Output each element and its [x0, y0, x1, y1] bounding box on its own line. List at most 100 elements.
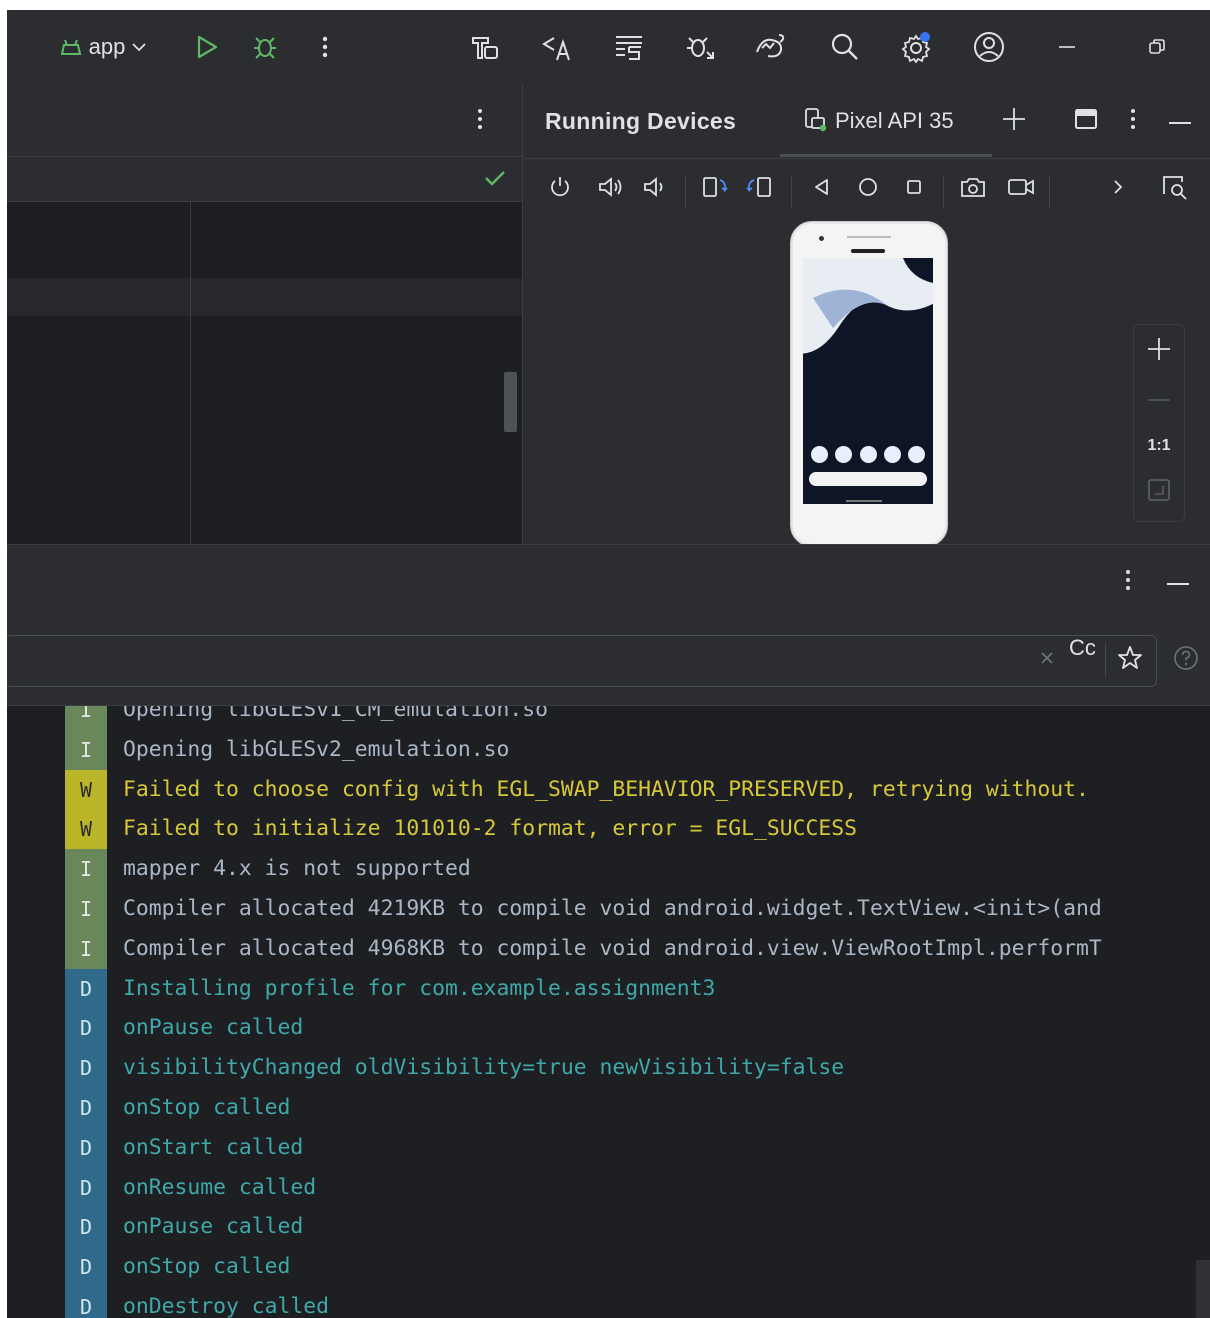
- inspection-ok-indicator[interactable]: [483, 168, 507, 193]
- log-row[interactable]: DonStop called: [7, 1088, 1210, 1128]
- chrome-app-icon[interactable]: [883, 446, 901, 463]
- messages-app-icon[interactable]: [835, 446, 853, 463]
- log-row[interactable]: DonStop called: [7, 1247, 1210, 1288]
- play-store-app-icon[interactable]: [859, 446, 877, 463]
- hide-panel-button[interactable]: [1163, 104, 1197, 138]
- log-row[interactable]: DonResume called: [7, 1167, 1210, 1208]
- log-row[interactable]: I Opening libGLESv2_emulation.so: [7, 729, 1210, 770]
- log-level-badge: W: [65, 809, 107, 850]
- filter-help-button[interactable]: [1171, 645, 1201, 675]
- volume-up-button[interactable]: [595, 172, 627, 206]
- camera-app-icon[interactable]: [908, 446, 925, 463]
- volume-down-button[interactable]: [639, 172, 669, 206]
- app-dock: [811, 446, 925, 466]
- tab-pixel-api-35[interactable]: Pixel API 35: [803, 84, 993, 158]
- match-case-toggle[interactable]: Cc: [1069, 635, 1096, 661]
- rotate-left-button[interactable]: [699, 172, 731, 206]
- zoom-fit-button[interactable]: [1144, 477, 1174, 507]
- log-row[interactable]: I Opening libGLESv1_CM_emulation.so: [7, 706, 1210, 730]
- log-row[interactable]: DonPause called: [7, 1008, 1210, 1049]
- log-level-badge: D: [65, 1048, 107, 1089]
- log-message: onPause called: [123, 1214, 304, 1240]
- editor-options-button[interactable]: [477, 106, 483, 137]
- log-level-badge: I: [65, 928, 107, 969]
- emulator-device-frame[interactable]: [790, 221, 948, 547]
- search-button[interactable]: [823, 27, 867, 67]
- minimize-icon: [1058, 45, 1076, 49]
- editor-divider: [190, 202, 191, 544]
- editor-scrollbar-thumb[interactable]: [504, 372, 517, 432]
- volume-down-icon: [642, 175, 666, 204]
- hide-logcat-button[interactable]: [1161, 565, 1195, 599]
- phone-app-icon[interactable]: [811, 446, 828, 463]
- device-explorer-button[interactable]: [1157, 172, 1191, 206]
- google-search-bar[interactable]: [809, 472, 927, 486]
- favorite-filter-button[interactable]: [1115, 643, 1145, 677]
- log-message: Installing profile for com.example.assig…: [123, 975, 716, 1001]
- log-row[interactable]: I Compiler allocated 4219KB to compile vo…: [7, 889, 1210, 929]
- log-level-badge: W: [65, 769, 107, 810]
- star-icon: [1117, 645, 1143, 676]
- volume-up-icon: [597, 175, 625, 204]
- run-button[interactable]: [187, 27, 227, 67]
- log-row[interactable]: W Failed to choose config with EGL_SWAP_B…: [7, 769, 1210, 810]
- log-message: Opening libGLESv2_emulation.so: [123, 736, 510, 762]
- more-actions-button[interactable]: [309, 27, 341, 67]
- minimize-window-button[interactable]: [1047, 27, 1087, 67]
- rotate-left-icon: [701, 174, 729, 205]
- logcat-options-button[interactable]: [1117, 565, 1139, 599]
- apply-changes-button[interactable]: [535, 27, 579, 67]
- build-project-button[interactable]: [465, 27, 505, 67]
- logcat-output[interactable]: I Opening libGLESv1_CM_emulation.so I Openi…: [7, 706, 1210, 1318]
- more-toolbar-button[interactable]: [1103, 172, 1133, 206]
- log-row[interactable]: DonDestroy called: [7, 1287, 1210, 1318]
- account-button[interactable]: [967, 27, 1011, 67]
- log-row[interactable]: W Failed to initialize 101010-2 format, e…: [7, 809, 1210, 850]
- rotate-right-button[interactable]: [743, 172, 775, 206]
- log-level-badge: D: [65, 1247, 107, 1288]
- power-button[interactable]: [545, 172, 575, 206]
- log-level-badge: D: [65, 1008, 107, 1049]
- attach-debugger-button[interactable]: [679, 27, 723, 67]
- settings-button[interactable]: [895, 27, 939, 67]
- log-row[interactable]: I Compiler allocated 4968KB to compile vo…: [7, 928, 1210, 969]
- overview-button[interactable]: [899, 172, 929, 206]
- log-row[interactable]: DonStart called: [7, 1127, 1210, 1168]
- screenshot-button[interactable]: [957, 172, 989, 206]
- log-row[interactable]: DonPause called: [7, 1207, 1210, 1248]
- chevron-right-icon: [1111, 177, 1125, 202]
- add-device-button[interactable]: [997, 104, 1031, 138]
- logcat-filter-input[interactable]: [7, 635, 1157, 687]
- log-level-badge: D: [65, 1287, 107, 1318]
- logcat-header: [7, 544, 1210, 620]
- log-message: onDestroy called: [123, 1294, 330, 1318]
- profiler-button[interactable]: [749, 27, 793, 67]
- log-level-badge: D: [65, 1167, 107, 1208]
- maximize-panel-button[interactable]: [1069, 104, 1103, 138]
- running-devices-title: Running Devices: [545, 108, 737, 134]
- back-button[interactable]: [807, 172, 837, 206]
- zoom-actual-size-button[interactable]: 1:1: [1134, 437, 1184, 455]
- debug-button[interactable]: [245, 27, 285, 67]
- screen-record-button[interactable]: [1005, 172, 1037, 206]
- zoom-in-button[interactable]: [1142, 333, 1176, 369]
- zoom-out-button[interactable]: [1148, 399, 1170, 401]
- log-row[interactable]: Imapper 4.x is not supported: [7, 849, 1210, 890]
- emulator-screen[interactable]: [803, 258, 933, 504]
- run-config-selector[interactable]: app: [43, 27, 163, 67]
- log-level-badge: D: [65, 1088, 107, 1128]
- log-row[interactable]: D Installing profile for com.example.assi…: [7, 968, 1210, 1009]
- restore-window-button[interactable]: [1137, 27, 1177, 67]
- clear-filter-button[interactable]: [1035, 647, 1059, 673]
- home-button[interactable]: [853, 172, 883, 206]
- build-project-icon: [470, 32, 500, 62]
- log-row[interactable]: DvisibilityChanged oldVisibility=true ne…: [7, 1048, 1210, 1089]
- panel-options-button[interactable]: [1121, 104, 1145, 138]
- camera-icon: [959, 175, 987, 204]
- logcat-scrollbar-thumb[interactable]: [1196, 1260, 1210, 1318]
- toolbar-separator: [1049, 175, 1050, 209]
- fit-screen-icon: [1147, 478, 1171, 507]
- help-icon: [1173, 645, 1199, 676]
- logcat-filter-button[interactable]: [607, 27, 651, 67]
- restore-icon: [1148, 38, 1166, 56]
